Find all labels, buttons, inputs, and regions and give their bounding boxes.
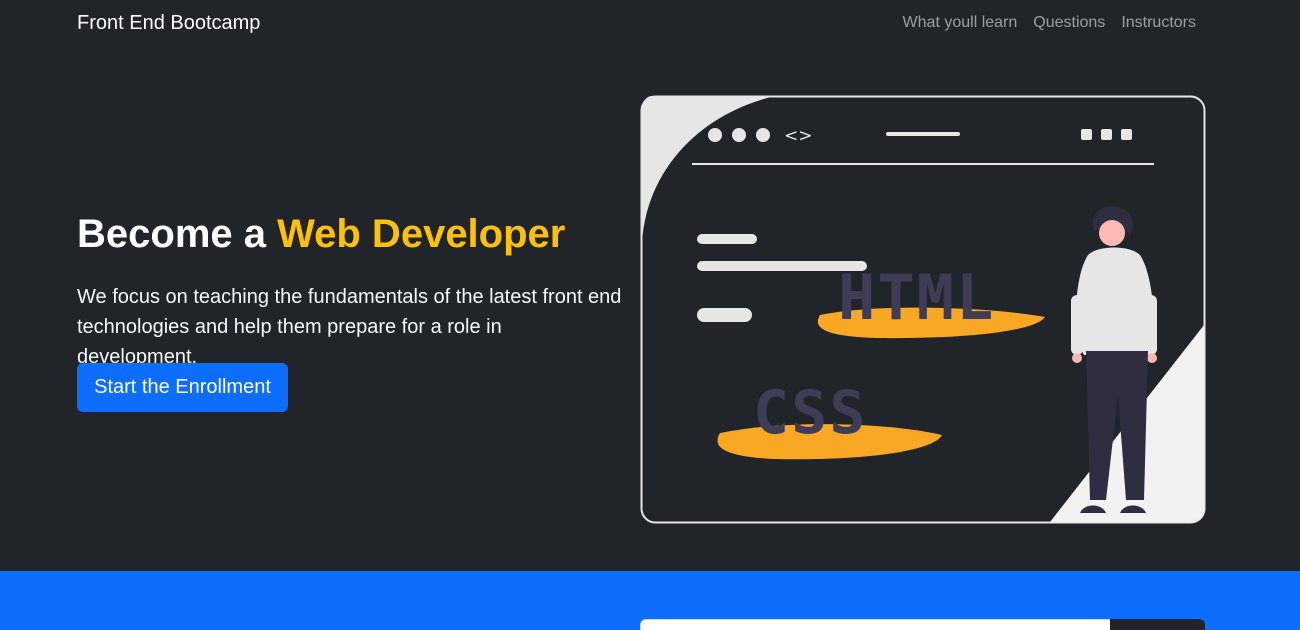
text-placeholder-line — [697, 308, 752, 322]
address-bar — [886, 132, 960, 136]
hero-title-prefix: Become a — [77, 212, 278, 256]
start-enrollment-button[interactable]: Start the Enrollment — [77, 363, 288, 412]
nav-link-questions[interactable]: Questions — [1033, 14, 1105, 32]
brand-link[interactable]: Front End Bootcamp — [77, 12, 260, 35]
hero-title-accent: Web Developer — [277, 212, 566, 256]
hero-title: Become a Web Developer — [77, 208, 637, 260]
html-label: HTML — [838, 261, 995, 334]
window-dot-icon — [708, 128, 722, 142]
newsletter-email-input[interactable] — [640, 619, 1111, 630]
window-control-icon — [1121, 129, 1132, 140]
newsletter-submit-button[interactable] — [1110, 619, 1205, 630]
window-dot-icon — [732, 128, 746, 142]
nav-links: What youll learn Questions Instructors — [903, 14, 1196, 32]
hero-section: Become a Web Developer We focus on teach… — [77, 208, 637, 372]
window-control-icon — [1101, 129, 1112, 140]
window-control-icon — [1081, 129, 1092, 140]
text-placeholder-line — [697, 234, 757, 244]
navbar: Front End Bootcamp What youll learn Ques… — [0, 0, 1300, 48]
hero-lead: We focus on teaching the fundamentals of… — [77, 286, 622, 368]
hero-illustration: <> HTML CSS — [640, 95, 1206, 524]
nav-link-what-youll-learn[interactable]: What youll learn — [903, 14, 1018, 32]
window-dot-icon — [756, 128, 770, 142]
css-label: CSS — [753, 378, 867, 448]
window-background-curve — [642, 96, 775, 245]
code-brackets-icon: <> — [784, 126, 813, 146]
nav-link-instructors[interactable]: Instructors — [1121, 14, 1196, 32]
